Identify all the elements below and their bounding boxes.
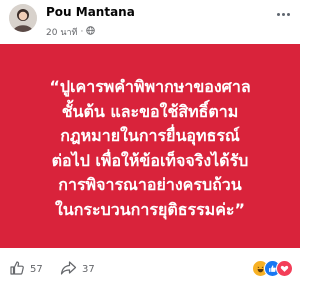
- reactions-summary[interactable]: [252, 260, 293, 277]
- like-count: 57: [30, 264, 43, 275]
- post-text-line: การพิจารณาอย่างครบถ้วน: [58, 175, 242, 194]
- post-timestamp[interactable]: 20 นาที: [46, 25, 77, 39]
- post-footer: 57 37: [0, 248, 300, 287]
- more-options-icon[interactable]: [272, 6, 294, 22]
- post-meta: 20 นาที ·: [46, 25, 96, 39]
- post-text: “ปูเคารพคำพิพากษาของศาล ชั้นต้น และขอใช้…: [12, 75, 288, 222]
- thumbs-up-icon: [9, 260, 25, 279]
- post-text-line: ในกระบวนการยุติธรรมค่ะ”: [54, 199, 246, 219]
- post-text-line: กฎหมายในการยื่นอุทธรณ์: [60, 126, 240, 145]
- post-header: Pou Mantana 20 นาที ·: [0, 0, 300, 44]
- love-reaction-icon: [276, 260, 293, 277]
- like-stat[interactable]: 57: [9, 260, 43, 279]
- post-text-line: “ปูเคารพคำพิพากษาของศาล: [49, 77, 251, 96]
- share-count: 37: [82, 264, 95, 275]
- meta-separator: ·: [80, 27, 84, 37]
- globe-icon: [86, 26, 96, 38]
- author-name[interactable]: Pou Mantana: [46, 5, 135, 19]
- share-arrow-icon: [60, 260, 77, 279]
- post-text-line: ชั้นต้น และขอใช้สิทธิ์ตาม: [61, 101, 239, 121]
- share-stat[interactable]: 37: [60, 260, 95, 279]
- post-text-line: ต่อไป เพื่อให้ข้อเท็จจริงได้รับ: [51, 150, 249, 170]
- author-avatar[interactable]: [9, 4, 37, 32]
- post-text-card: “ปูเคารพคำพิพากษาของศาล ชั้นต้น และขอใช้…: [0, 44, 300, 248]
